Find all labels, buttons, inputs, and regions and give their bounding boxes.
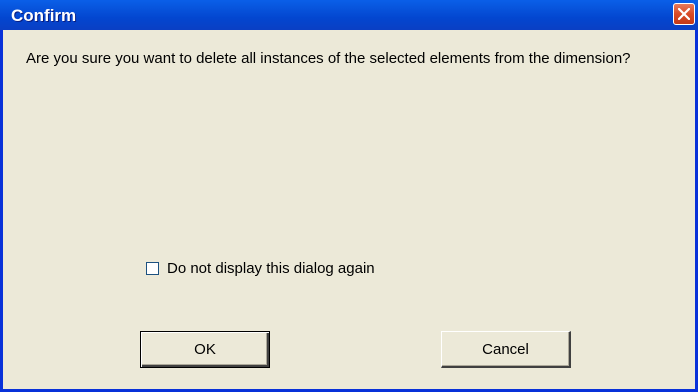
close-icon	[678, 8, 690, 20]
do-not-display-option[interactable]: Do not display this dialog again	[146, 258, 375, 278]
do-not-display-checkbox[interactable]	[146, 261, 159, 275]
do-not-display-label[interactable]: Do not display this dialog again	[167, 260, 375, 277]
confirm-message: Are you sure you want to delete all inst…	[26, 50, 631, 67]
ok-button[interactable]: OK	[140, 331, 270, 368]
confirm-dialog: Confirm Are you sure you want to delete …	[0, 0, 698, 392]
cancel-button[interactable]: Cancel	[441, 331, 571, 368]
close-button[interactable]	[673, 3, 695, 25]
title-bar[interactable]: Confirm	[0, 0, 698, 30]
dialog-title: Confirm	[11, 6, 77, 25]
